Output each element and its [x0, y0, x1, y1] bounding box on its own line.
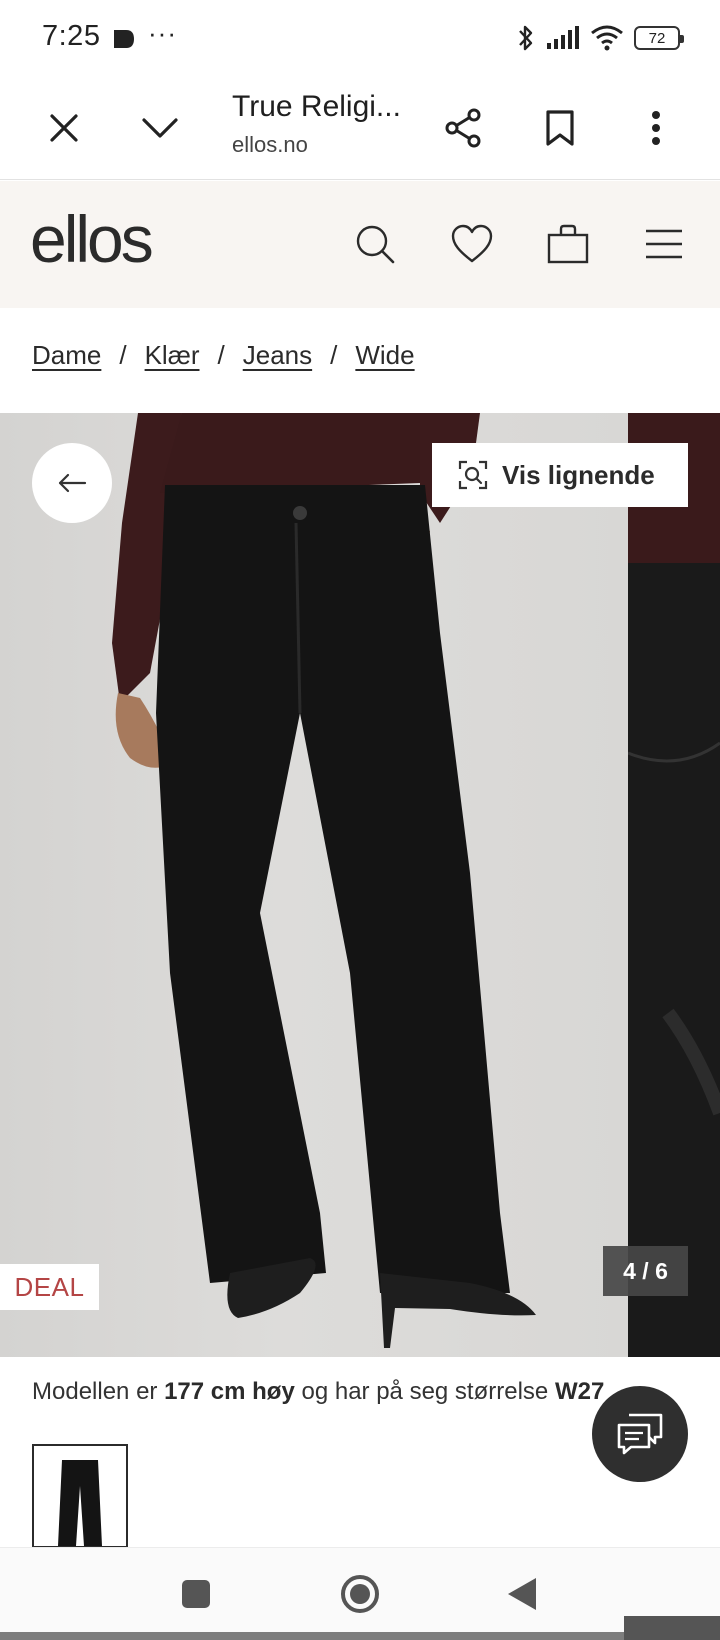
next-photo-preview[interactable] [627, 413, 720, 1357]
product-gallery[interactable]: Vis lignende DEAL 4 / 6 [0, 413, 720, 1357]
breadcrumb-wide[interactable]: Wide [355, 340, 414, 371]
model-info-text: Modellen er [32, 1378, 165, 1405]
bookmark-icon[interactable] [532, 100, 588, 156]
image-counter: 4 / 6 [603, 1246, 688, 1296]
page-title: True Religi... [232, 90, 401, 123]
cast-icon [114, 30, 134, 48]
model-size: W27 [554, 1378, 605, 1405]
battery-indicator: 72 [634, 26, 684, 50]
model-height: 177 cm høy [164, 1378, 295, 1405]
model-info-text: og har på seg størrelse [294, 1378, 555, 1405]
browser-toolbar: True Religi... ellos.no [0, 76, 720, 180]
share-icon[interactable] [436, 100, 492, 156]
next-photo-illustration [627, 413, 720, 1357]
visual-search-icon [458, 460, 488, 490]
breadcrumb-jeans[interactable]: Jeans [243, 340, 312, 371]
bag-icon[interactable] [543, 219, 593, 269]
square-icon [182, 1580, 210, 1608]
chat-button[interactable] [592, 1386, 688, 1482]
wifi-icon [591, 25, 623, 51]
home-button[interactable] [336, 1570, 384, 1618]
scroll-indicator [0, 1632, 624, 1640]
breadcrumb-separator: / [330, 340, 338, 370]
scroll-indicator-end [624, 1616, 720, 1640]
breadcrumb-dame[interactable]: Dame [32, 340, 101, 371]
product-photo[interactable] [0, 413, 628, 1357]
back-nav-button[interactable] [498, 1570, 546, 1618]
heart-icon[interactable] [447, 219, 497, 269]
system-navigation-bar [0, 1547, 720, 1640]
close-icon[interactable] [36, 100, 92, 156]
menu-icon[interactable] [639, 219, 689, 269]
breadcrumb-klaer[interactable]: Klær [145, 340, 200, 371]
ellos-logo[interactable]: ellos [30, 201, 154, 277]
recents-button[interactable] [172, 1570, 220, 1618]
circle-icon [341, 1575, 379, 1613]
breadcrumb-separator: / [119, 340, 127, 370]
thumbnail-jeans-image [58, 1460, 102, 1546]
page-url: ellos.no [232, 132, 308, 157]
breadcrumb-separator: / [217, 340, 225, 370]
signal-icon [547, 26, 579, 49]
show-similar-button[interactable]: Vis lignende [432, 443, 688, 507]
back-button[interactable] [32, 443, 112, 523]
search-icon[interactable] [350, 219, 400, 269]
product-photo-illustration [112, 413, 536, 1348]
show-similar-label: Vis lignende [502, 459, 655, 490]
site-header: ellos [0, 181, 720, 308]
more-options-icon[interactable] [628, 100, 684, 156]
triangle-back-icon [508, 1578, 536, 1610]
deal-badge: DEAL [0, 1264, 99, 1310]
status-bar: 7:25 ··· 72 [0, 0, 720, 76]
bluetooth-icon [519, 25, 533, 51]
status-icons: 72 [516, 22, 684, 54]
arrow-left-icon [58, 473, 87, 493]
status-more-indicator: ··· [148, 18, 177, 48]
product-thumbnail[interactable] [32, 1444, 128, 1548]
model-info: Modellen er 177 cm høy og har på seg stø… [32, 1378, 604, 1406]
chevron-down-icon[interactable] [132, 100, 188, 156]
breadcrumb: Dame / Klær / Jeans / Wide [32, 340, 415, 371]
status-time: 7:25 [42, 20, 101, 52]
chat-icon [617, 1413, 663, 1455]
